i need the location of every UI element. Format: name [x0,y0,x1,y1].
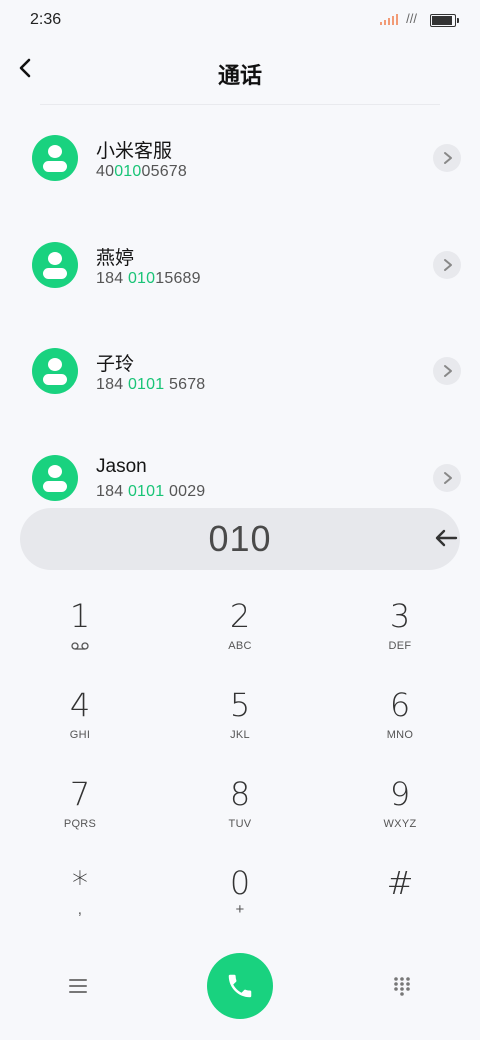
key-4[interactable]: 4 GHI [20,687,140,767]
page-title: 通话 [217,63,262,88]
contact-number: 184 0101 5678 [96,376,206,393]
no-sim-icon: /// [406,11,417,26]
key-2[interactable]: 2 ABC [180,598,300,678]
avatar-icon [32,348,78,394]
avatar-icon [32,242,78,288]
contact-row[interactable]: 燕婷 184 01015689 [0,212,480,302]
number-match: 0101 [127,376,165,393]
key-hash[interactable]: # [340,865,460,945]
contact-detail-button[interactable] [433,144,461,172]
contact-number: 184 0101 0029 [96,483,206,500]
contact-row[interactable]: 小米客服 4001005678 [0,105,480,195]
contact-name: 小米客服 [96,141,173,162]
dialed-number-field[interactable]: 010 [20,508,460,570]
dialed-number: 010 [208,518,272,559]
chevron-right-icon [444,259,452,271]
contact-results-list[interactable]: 小米客服 4001005678 燕婷 184 01015689 子玲 184 0… [0,105,480,505]
contact-name: Jason [96,456,147,477]
contact-row[interactable]: Jason 184 0101 0029 [0,425,480,505]
key-star[interactable]: * , [20,865,140,945]
battery-icon [430,14,459,27]
key-7[interactable]: 7 PQRS [20,776,140,856]
key-8[interactable]: 8 TUV [180,776,300,856]
backspace-arrow-icon [435,529,458,547]
contact-number: 184 01015689 [96,270,201,287]
contact-row[interactable]: 子玲 184 0101 5678 [0,318,480,408]
chevron-right-icon [444,365,452,377]
key-1[interactable]: 1 [20,598,140,678]
backspace-button[interactable] [432,524,460,552]
voicemail-icon [71,642,89,650]
number-match: 010 [114,163,142,180]
contact-name: 子玲 [96,354,135,375]
key-3[interactable]: 3 DEF [340,598,460,678]
contact-detail-button[interactable] [433,251,461,279]
contact-detail-button[interactable] [433,357,461,385]
contact-number: 4001005678 [96,163,187,180]
phone-icon [228,974,252,998]
chevron-right-icon [444,152,452,164]
contact-detail-button[interactable] [433,464,461,492]
status-bar: 2:36 /// [0,0,480,40]
key-5[interactable]: 5 JKL [180,687,300,767]
avatar-icon [32,455,78,501]
dialpad-icon [394,977,410,996]
call-button[interactable] [207,953,273,1019]
contact-name: 燕婷 [96,248,135,269]
number-match: 0101 [127,483,165,500]
status-time: 2:36 [30,11,62,28]
key-6[interactable]: 6 MNO [340,687,460,767]
key-9[interactable]: 9 WXYZ [340,776,460,856]
signal-icon [380,14,398,25]
key-0[interactable]: 0 + [180,865,300,945]
dialpad-toggle-button[interactable] [392,976,412,996]
number-match: 010 [127,270,156,287]
avatar-icon [32,135,78,181]
chevron-right-icon [444,472,452,484]
menu-button[interactable] [68,976,88,996]
menu-icon [69,979,87,993]
